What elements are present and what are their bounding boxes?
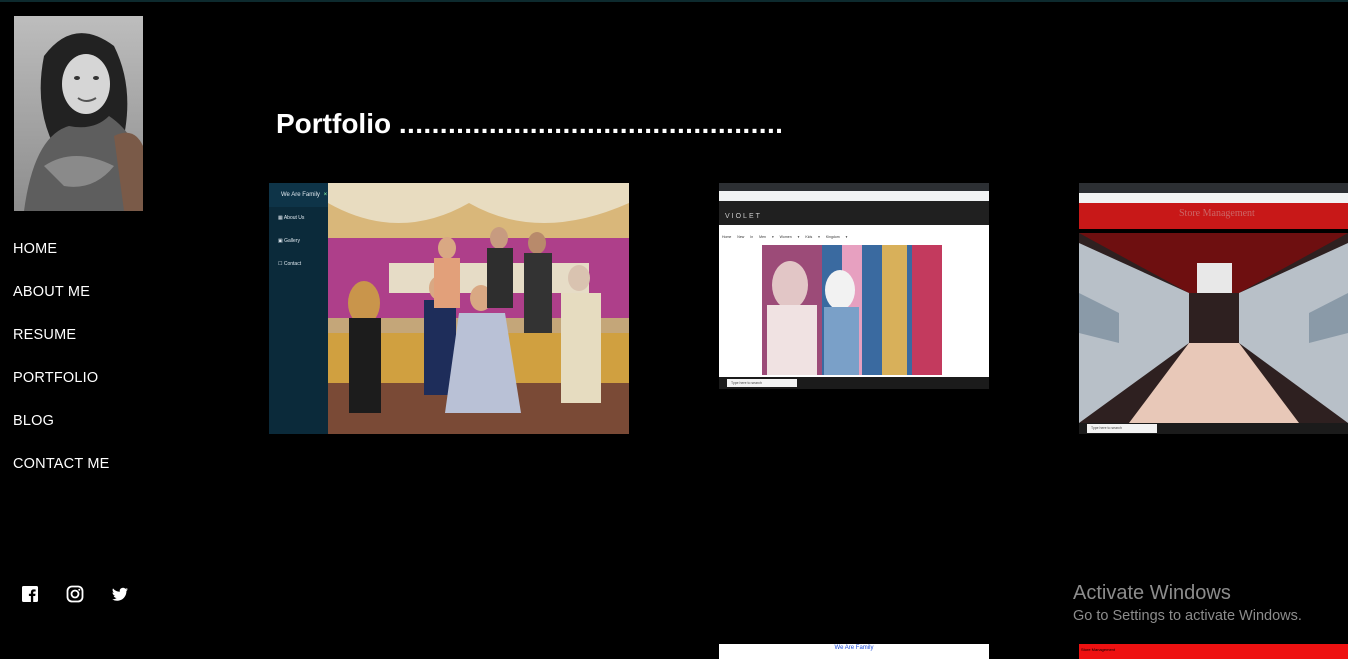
portfolio-card-store[interactable]: Store Management Type here to search bbox=[1079, 183, 1348, 434]
social-links bbox=[21, 585, 129, 603]
profile-photo bbox=[14, 16, 143, 211]
instagram-icon[interactable] bbox=[66, 585, 84, 603]
violet-menu: Home New In Men ▾ Women ▾ Kids ▾ Kingdom… bbox=[722, 235, 848, 239]
store-title: Store Management bbox=[1179, 208, 1255, 219]
main-nav: HOME ABOUT ME RESUME PORTFOLIO BLOG CONT… bbox=[13, 241, 110, 499]
family-menu-contact-label: Contact bbox=[283, 261, 302, 267]
watermark-title: Activate Windows bbox=[1073, 582, 1231, 604]
family-menu-gallery-label: Gallery bbox=[284, 238, 300, 244]
nav-about-me[interactable]: ABOUT ME bbox=[13, 284, 110, 327]
browser-address-bar bbox=[1079, 193, 1348, 203]
store-nav-bar bbox=[1079, 229, 1348, 233]
taskbar-search: Type here to search bbox=[1087, 424, 1157, 433]
portfolio-card-violet[interactable]: VIOLET Home New In Men ▾ Women ▾ Kids ▾ … bbox=[719, 183, 989, 389]
browser-tabbar bbox=[719, 183, 989, 191]
nav-resume[interactable]: RESUME bbox=[13, 327, 110, 370]
nav-home[interactable]: HOME bbox=[13, 241, 110, 284]
family-menu-gallery: ▣ Gallery bbox=[278, 238, 300, 244]
card-label: Store Management bbox=[1081, 647, 1116, 652]
family-app-sidebar: We Are Family × ▦ About Us ▣ Gallery ☐ C… bbox=[269, 183, 328, 434]
violet-hero-image bbox=[762, 245, 942, 375]
nav-blog[interactable]: BLOG bbox=[13, 413, 110, 456]
taskbar-search: Type here to search bbox=[727, 379, 797, 387]
portfolio-card-store-2[interactable]: Store Management bbox=[1079, 644, 1348, 659]
portfolio-card-family-2[interactable]: We Are Family bbox=[719, 644, 989, 659]
browser-tabbar bbox=[1079, 183, 1348, 193]
heading-dots: ........................................… bbox=[398, 108, 784, 139]
family-menu-about: ▦ About Us bbox=[278, 215, 305, 221]
nav-contact-me[interactable]: CONTACT ME bbox=[13, 456, 110, 499]
card-label: We Are Family bbox=[834, 645, 874, 651]
windows-activation-watermark: Activate Windows Go to Settings to activ… bbox=[1073, 582, 1302, 624]
portfolio-card-family[interactable]: We Are Family × ▦ About Us ▣ Gallery ☐ C… bbox=[269, 183, 629, 434]
portfolio-heading: Portfolio ..............................… bbox=[276, 108, 783, 140]
watermark-subtitle: Go to Settings to activate Windows. bbox=[1073, 608, 1302, 624]
violet-logo: VIOLET bbox=[725, 213, 762, 220]
twitter-icon[interactable] bbox=[111, 585, 129, 603]
family-app-title-text: We Are Family bbox=[281, 192, 320, 198]
family-menu-contact: ☐ Contact bbox=[278, 261, 302, 267]
close-icon: × bbox=[323, 192, 328, 198]
nav-portfolio[interactable]: PORTFOLIO bbox=[13, 370, 110, 413]
top-border bbox=[0, 0, 1348, 2]
page-title: Portfolio bbox=[276, 108, 392, 139]
browser-address-bar bbox=[719, 191, 989, 201]
family-menu-about-label: About Us bbox=[283, 215, 305, 221]
facebook-icon[interactable] bbox=[21, 585, 39, 603]
family-app-title: We Are Family × bbox=[269, 183, 328, 207]
